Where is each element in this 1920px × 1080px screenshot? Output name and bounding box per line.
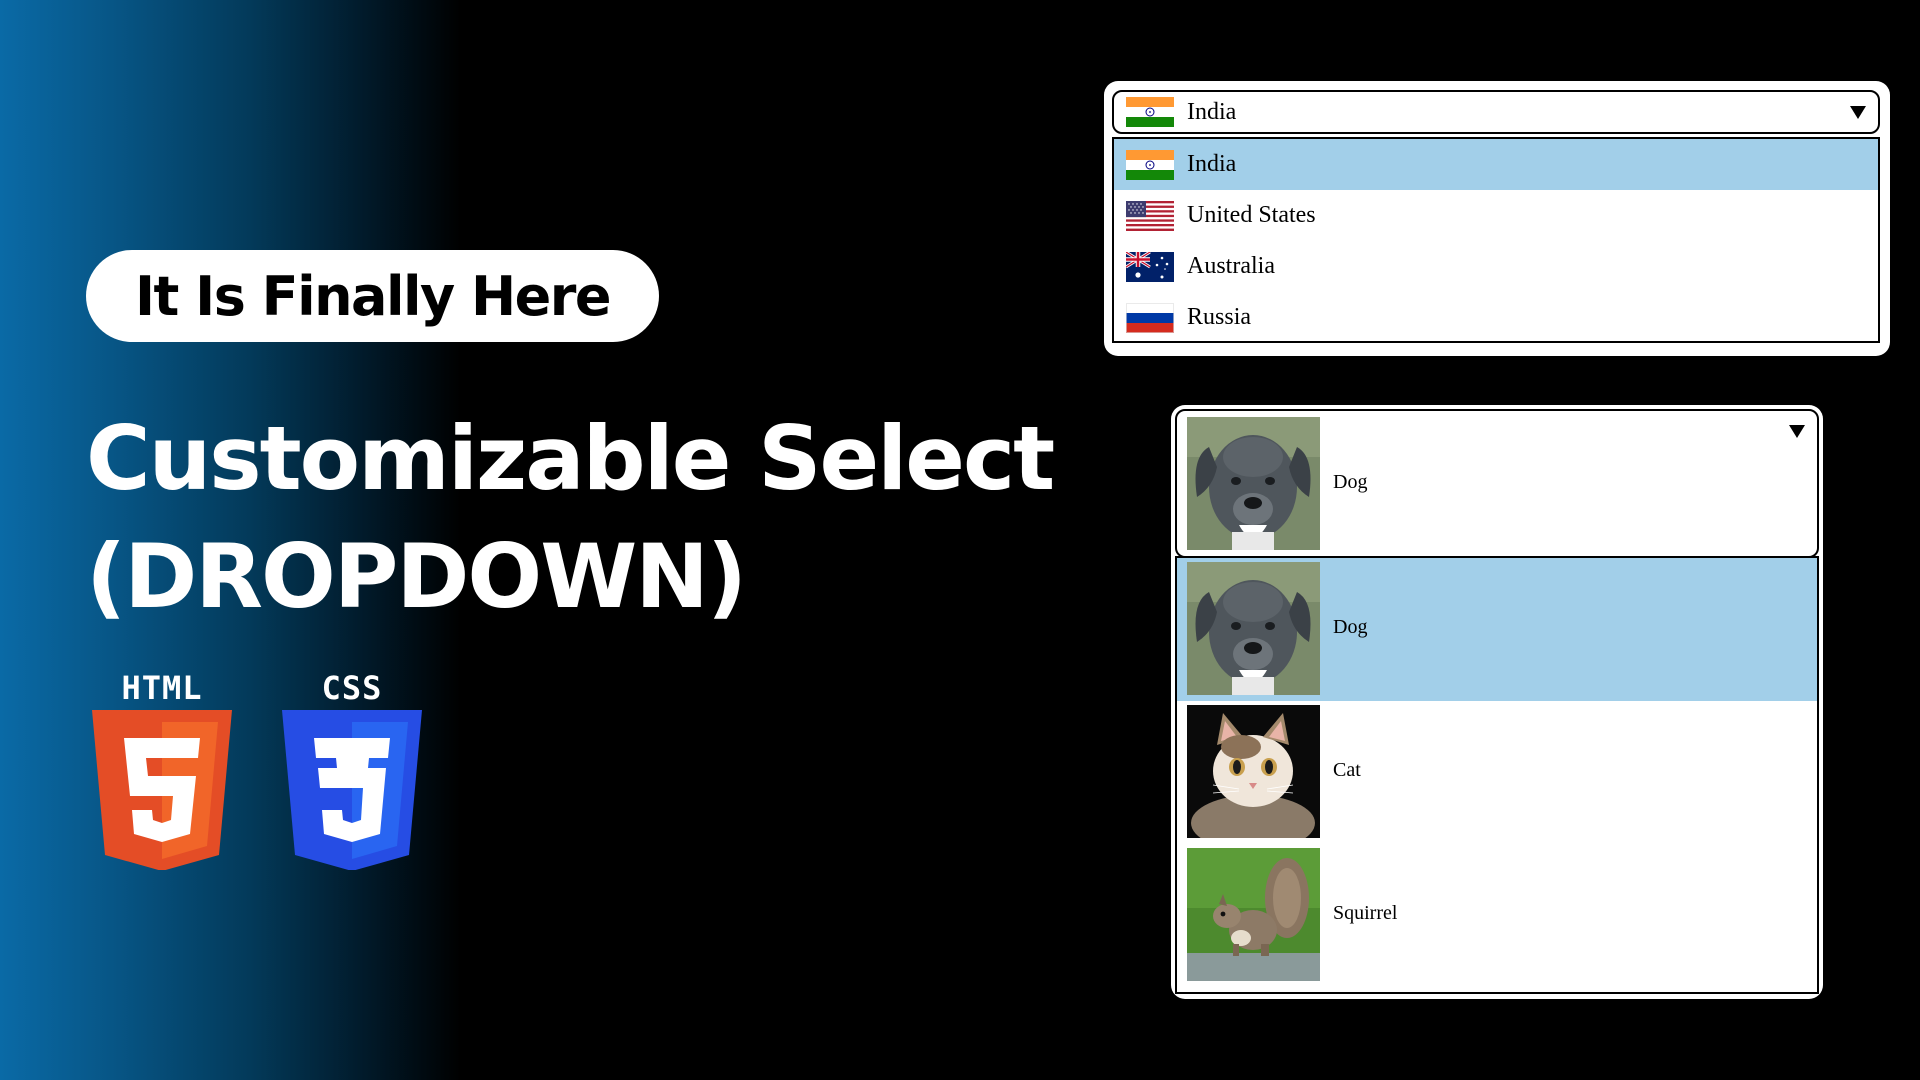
css3-logo-word: CSS: [321, 669, 383, 707]
page-title-line-1: Customizable Select: [86, 407, 1055, 510]
animal-option-cat[interactable]: Cat: [1177, 701, 1817, 844]
triangle-down-icon: [1850, 106, 1866, 119]
india-flag-icon: [1126, 150, 1174, 180]
page: It Is Finally Here Customizable Select (…: [0, 0, 1920, 1080]
animal-options-list: Dog Cat Squirrel: [1175, 556, 1819, 994]
triangle-down-icon: [1789, 425, 1805, 438]
page-title: Customizable Select (DROPDOWN): [86, 400, 1055, 636]
country-option-united-states[interactable]: United States: [1114, 190, 1878, 241]
animal-option-label: Squirrel: [1333, 902, 1398, 924]
country-options-list: India United States Australia Russia: [1112, 137, 1880, 343]
russia-flag-icon: [1126, 303, 1174, 333]
country-select-trigger[interactable]: India: [1112, 90, 1880, 134]
country-select-value: India: [1187, 98, 1237, 125]
css3-logo: CSS: [282, 668, 422, 870]
animal-option-dog[interactable]: Dog: [1177, 558, 1817, 701]
dog-photo: [1187, 562, 1320, 695]
australia-flag-icon: [1126, 252, 1174, 282]
country-option-india[interactable]: India: [1114, 139, 1878, 190]
animal-select: Dog Dog Cat Squirrel: [1171, 405, 1823, 999]
country-option-label: Australia: [1187, 253, 1275, 279]
html5-logo-word: HTML: [121, 669, 203, 707]
country-option-label: Russia: [1187, 304, 1252, 330]
country-option-australia[interactable]: Australia: [1114, 241, 1878, 292]
squirrel-photo: [1187, 848, 1320, 981]
dog-photo: [1187, 417, 1320, 550]
usa-flag-icon: [1126, 201, 1174, 231]
animal-option-label: Cat: [1333, 759, 1361, 781]
animal-option-label: Dog: [1333, 616, 1368, 638]
html5-shield-icon: [92, 710, 232, 870]
country-option-label: United States: [1187, 202, 1316, 228]
animal-option-squirrel[interactable]: Squirrel: [1177, 844, 1817, 987]
animal-select-trigger[interactable]: Dog: [1175, 409, 1819, 558]
india-flag-icon: [1126, 97, 1174, 127]
country-option-russia[interactable]: Russia: [1114, 292, 1878, 343]
announcement-badge-text: It Is Finally Here: [134, 264, 612, 328]
cat-photo: [1187, 705, 1320, 838]
animal-select-value: Dog: [1333, 471, 1368, 493]
css3-shield-icon: [282, 710, 422, 870]
announcement-badge: It Is Finally Here: [86, 250, 659, 342]
html5-logo: HTML: [92, 668, 232, 870]
country-option-label: India: [1187, 151, 1237, 177]
page-title-line-2: (DROPDOWN): [86, 525, 747, 628]
country-select: India India United States Australia Russ…: [1104, 81, 1890, 356]
